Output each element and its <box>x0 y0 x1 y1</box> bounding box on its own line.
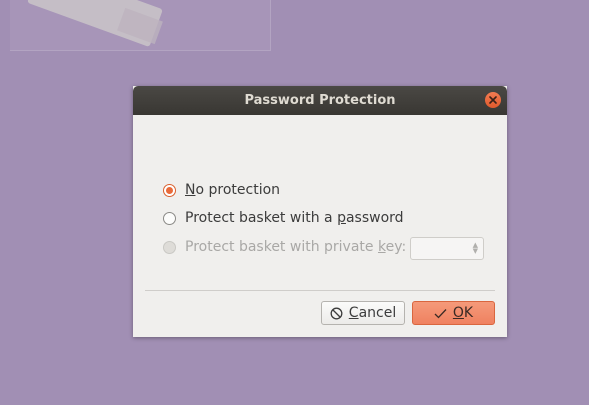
radio-protect-password[interactable]: Protect basket with a password <box>163 210 404 226</box>
radio-button-checked[interactable] <box>163 183 176 197</box>
radio-label-no-protection: No protection <box>185 182 281 198</box>
radio-protect-private-key[interactable]: Protect basket with private key: <box>163 239 406 255</box>
radio-label-protect-password: Protect basket with a password <box>185 210 404 226</box>
ok-button[interactable]: OK <box>412 301 495 325</box>
cancel-label: Cancel <box>348 305 397 321</box>
cancel-button[interactable]: Cancel <box>321 301 405 325</box>
button-separator <box>145 290 495 291</box>
password-protection-dialog: Password Protection No protection Protec… <box>133 86 507 337</box>
background-window-fragment <box>10 0 271 51</box>
check-icon <box>434 308 447 319</box>
ok-label: OK <box>452 305 474 321</box>
radio-no-protection[interactable]: No protection <box>163 182 280 198</box>
close-button[interactable] <box>485 92 501 108</box>
dialog-content: No protection Protect basket with a pass… <box>133 115 507 337</box>
private-key-select[interactable]: ▲ ▼ <box>410 237 484 260</box>
cancel-icon <box>330 307 343 320</box>
dialog-title: Password Protection <box>244 93 396 108</box>
radio-button-unchecked[interactable] <box>163 211 176 225</box>
dialog-titlebar[interactable]: Password Protection <box>133 86 507 115</box>
spin-arrows-icon: ▲ ▼ <box>472 241 478 255</box>
radio-button-disabled[interactable] <box>163 240 176 254</box>
close-icon <box>489 96 497 104</box>
radio-label-protect-private-key: Protect basket with private key: <box>185 239 407 255</box>
